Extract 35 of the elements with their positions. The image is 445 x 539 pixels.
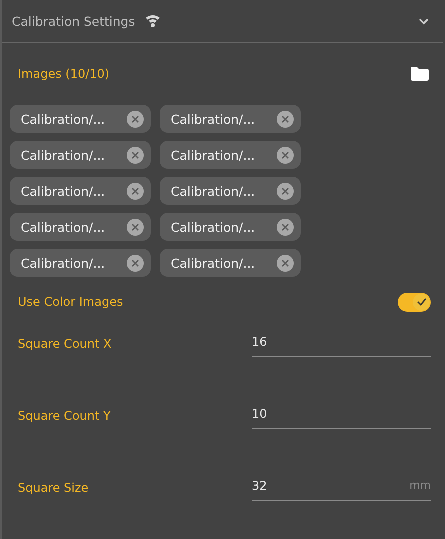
check-icon <box>416 298 426 306</box>
panel-header[interactable]: Calibration Settings <box>2 0 443 43</box>
file-chip[interactable]: Calibration/... <box>10 249 151 277</box>
toggle-switch[interactable] <box>398 292 431 312</box>
unit-label: mm <box>410 479 431 492</box>
file-chip[interactable]: Calibration/... <box>10 141 151 169</box>
wifi-icon <box>145 14 162 28</box>
close-icon[interactable] <box>127 146 144 164</box>
input-field[interactable]: 16 <box>252 327 431 357</box>
images-label: Images (10/10) <box>18 67 110 81</box>
file-chip[interactable]: Calibration/... <box>160 141 301 169</box>
field-label: Square Count X <box>18 336 113 351</box>
file-chip[interactable]: Calibration/... <box>10 213 151 241</box>
file-chip[interactable]: Calibration/... <box>160 249 301 277</box>
file-chip[interactable]: Calibration/... <box>160 177 301 205</box>
close-icon[interactable] <box>127 254 144 272</box>
close-icon[interactable] <box>277 146 294 164</box>
chevron-icon[interactable] <box>419 18 429 24</box>
panel-title: Calibration Settings <box>12 14 136 28</box>
close-icon[interactable] <box>277 110 294 128</box>
input-field[interactable]: 10 <box>252 399 431 429</box>
close-icon[interactable] <box>127 218 144 236</box>
file-chip[interactable]: Calibration/... <box>160 105 301 133</box>
toggle-label: Use Color Images <box>18 295 124 309</box>
field-label: Square Count Y <box>18 408 112 423</box>
field-label: Square Size <box>18 480 90 495</box>
close-icon[interactable] <box>127 182 144 200</box>
file-chip[interactable]: Calibration/... <box>10 177 151 205</box>
close-icon[interactable] <box>277 218 294 236</box>
folder-icon[interactable] <box>411 67 429 81</box>
close-icon[interactable] <box>277 182 294 200</box>
close-icon[interactable] <box>127 110 144 128</box>
close-icon[interactable] <box>277 254 294 272</box>
file-chip[interactable]: Calibration/... <box>10 105 151 133</box>
file-chip[interactable]: Calibration/... <box>160 213 301 241</box>
